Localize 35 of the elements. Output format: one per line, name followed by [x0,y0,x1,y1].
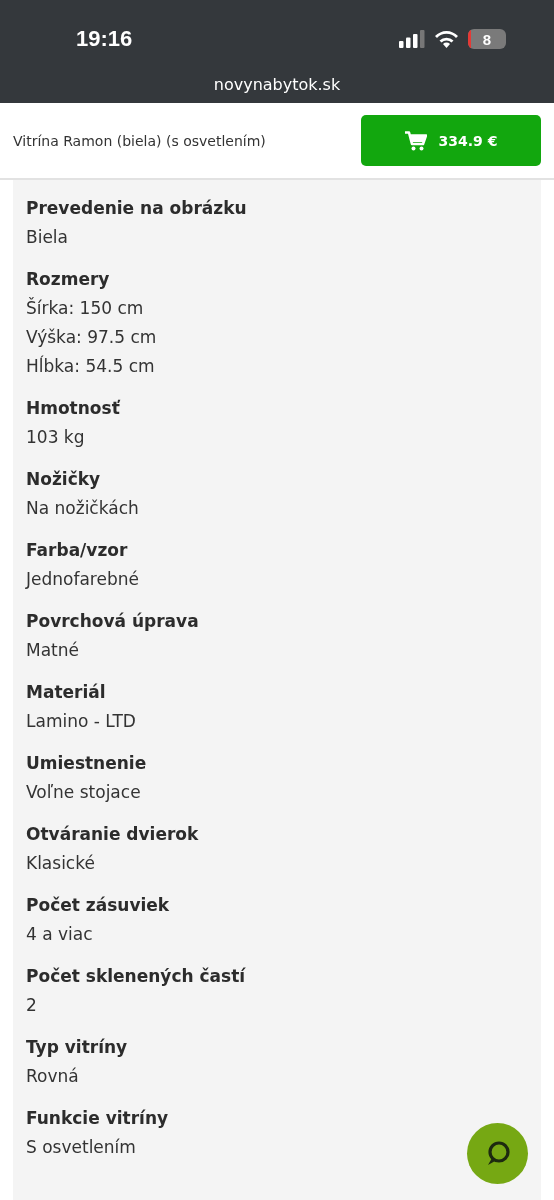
parameter-value: S osvetlením [26,1136,136,1159]
parameter-label: Počet zásuviek [26,894,170,917]
status-time: 19:16 [76,26,133,52]
parameter-value: Matné [26,639,79,662]
parameter-label: Nožičky [26,468,101,491]
parameter-value: Lamino - LTD [26,710,136,733]
parameter-value: Jednofarebné [26,568,139,591]
parameter-value: 4 a viac [26,923,93,946]
parameter-value: Hĺbka: 54.5 cm [26,354,155,378]
parameter-label: Funkcie vitríny [26,1107,169,1130]
parameter-label: Umiestnenie [26,752,147,775]
parameter-value: Voľne stojace [26,781,141,804]
parameter-label: Farba/vzor [26,539,128,562]
parameter-value: Rovná [26,1065,79,1088]
product-title: Vitrína Ramon (biela) (s osvetlením) [13,132,266,149]
parameter-value: Biela [26,226,68,249]
parameter-value: 103 kg [26,426,85,449]
parameter-label: Prevedenie na obrázku [26,197,247,220]
parameter-value: Na nožičkách [26,497,139,520]
address-bar[interactable]: novynabytok.sk [213,75,341,94]
parameter-value: 2 [26,994,37,1017]
cart-icon [404,130,427,151]
battery-indicator: 8 [468,29,506,49]
parameter-label: Povrchová úprava [26,610,199,633]
parameter-label: Hmotnosť [26,397,120,420]
parameter-value: Šírka: 150 cm [26,296,144,320]
signal-icon [399,30,425,48]
wifi-icon [434,30,459,48]
parameter-value: Klasické [26,852,95,875]
parameter-label: Počet sklenených častí [26,965,246,988]
parameter-value: Výška: 97.5 cm [26,326,157,349]
parameter-label: Materiál [26,681,106,704]
parameter-label: Typ vitríny [26,1036,128,1059]
parameter-label: Otváranie dvierok [26,823,199,846]
parameter-label: Rozmery [26,268,110,291]
